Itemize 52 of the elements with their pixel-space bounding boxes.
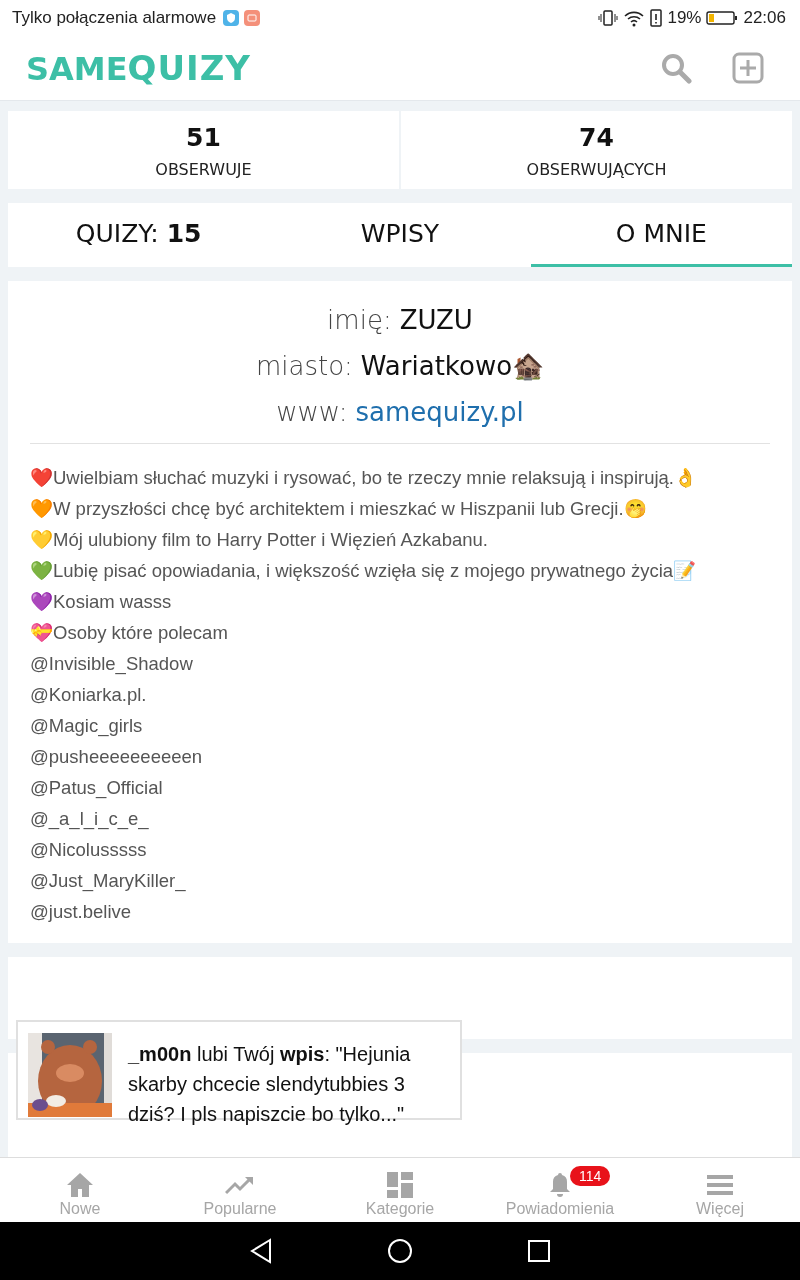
time-text: 22:06 <box>743 8 786 28</box>
bio-line: 💚Lubię pisać opowiadania, i większość wzięła się z mojego prywatnego życia📝 <box>30 559 698 583</box>
alert-icon <box>650 9 663 27</box>
field-value: ZUZU <box>399 305 473 335</box>
home-icon <box>66 1172 94 1198</box>
bio-line: @_a_l_i_c_e_ <box>30 807 150 832</box>
website-link[interactable]: samequizy.pl <box>355 397 524 427</box>
status-text: Tylko połączenia alarmowe <box>12 8 217 28</box>
stat-value: 51 <box>186 123 221 152</box>
vibrate-icon <box>598 9 619 27</box>
bio-line: @Koniarka.pl. <box>30 683 148 707</box>
home-circle-icon[interactable] <box>387 1238 413 1264</box>
mail-icon <box>244 10 261 26</box>
nav-item[interactable]: 114 Powiadomienia <box>480 1158 640 1222</box>
battery-icon <box>706 10 739 26</box>
recents-icon[interactable] <box>527 1239 551 1263</box>
stat-label: OBSERWUJĄCYCH <box>526 160 667 179</box>
bio-line: ❤Uwielbiam słuchać muzyki i rysować, bo te rzeczy mnie relaksują i inspirują.👌 <box>30 466 698 490</box>
field-value: Wariatkowo🏚 <box>360 351 545 381</box>
battery-text: 19% <box>667 8 702 28</box>
grid-icon <box>387 1172 413 1198</box>
bio-line: @just.belive <box>30 900 133 924</box>
bio-line: 🧡W przyszłości chcę być architektem i mieszkać w Hiszpanii lub Grecji.🤭 <box>30 497 648 521</box>
bio-line: @Patus_Official <box>30 776 164 801</box>
wifi-icon <box>623 9 646 27</box>
bio-line: @Invisible_Shadow <box>30 652 194 677</box>
field-label: imię: <box>327 305 392 335</box>
back-icon[interactable] <box>249 1238 273 1264</box>
notification-text: _m00n lubi Twój wpis: "Hejunia skarby chcecie slendytubbies 3 dziś? I pls napiszcie bo tylko..." <box>128 1042 412 1127</box>
field-label: miasto: <box>255 351 353 381</box>
stat-card[interactable]: 51 OBSERWUJE <box>8 111 399 189</box>
nav-label: Powiadomienia <box>505 1200 615 1218</box>
nav-label: Popularne <box>203 1200 277 1218</box>
nav-label: Nowe <box>59 1200 101 1218</box>
trend-icon <box>225 1175 255 1195</box>
bell-icon <box>548 1172 572 1198</box>
menu-icon <box>707 1174 733 1196</box>
stat-card[interactable]: 74 OBSERWUJĄCYCH <box>401 111 792 189</box>
nav-label: Więcej <box>696 1200 744 1218</box>
bio-line: @Nicolusssss <box>30 838 148 862</box>
count-badge: 114 <box>570 1166 611 1186</box>
nav-label: Kategorie <box>365 1200 435 1218</box>
bio-line: @pusheeeeeeeeeen <box>30 745 204 769</box>
bio-line: 💝Osoby które polecam <box>30 621 229 645</box>
bio-line: 💛Mój ulubiony film to Harry Potter i Więzień Azkabanu. <box>30 528 489 552</box>
bio-line: 💜Kosiam wasss <box>30 590 173 614</box>
bio-line: @Magic_girls <box>30 714 144 739</box>
stat-value: 74 <box>579 123 614 152</box>
bio-line: @Just_MaryKiller_ <box>30 869 187 894</box>
field-label: www: <box>276 397 348 427</box>
shield-icon <box>223 10 240 26</box>
stat-label: OBSERWUJE <box>155 160 252 179</box>
